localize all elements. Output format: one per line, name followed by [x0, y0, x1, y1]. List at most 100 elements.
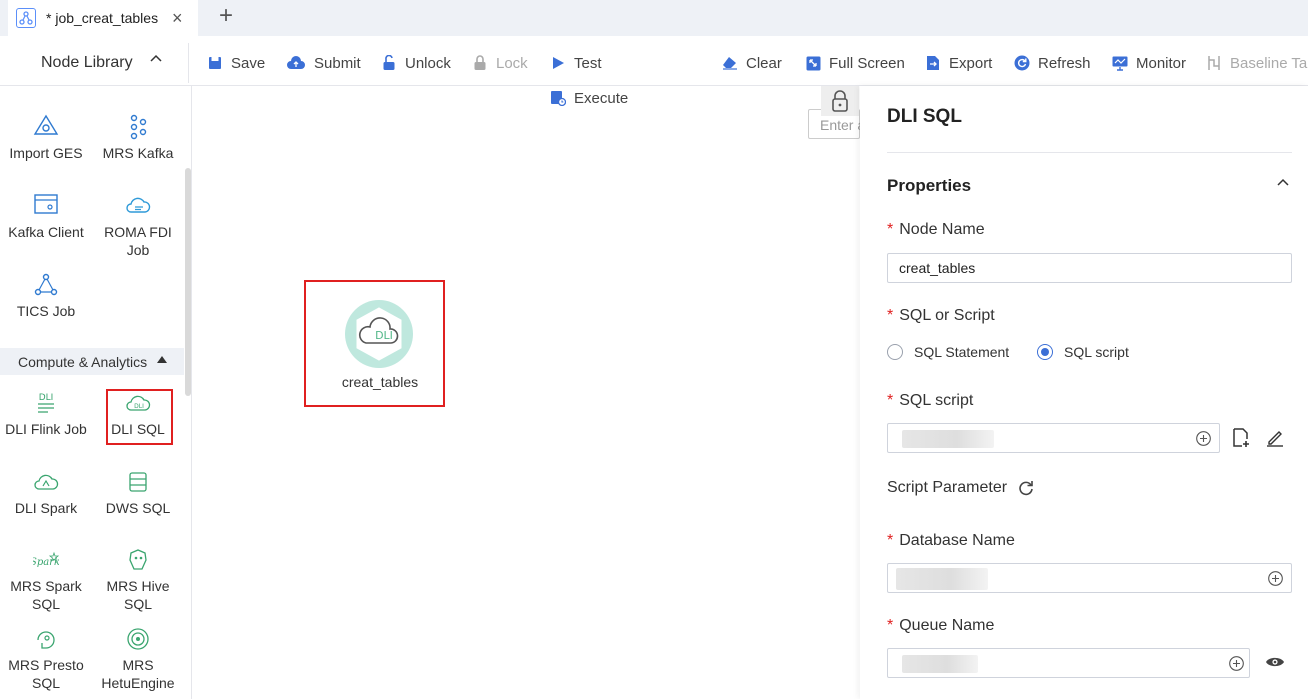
node-label: DLI Spark — [14, 500, 78, 516]
cloud-upload-icon — [286, 55, 306, 71]
unlock-button[interactable]: Unlock — [381, 53, 451, 73]
save-label: Save — [231, 54, 266, 72]
eraser-icon — [722, 55, 738, 71]
refresh-button[interactable]: Refresh — [1014, 53, 1091, 73]
baseline-button[interactable]: Baseline Ta — [1206, 53, 1307, 73]
required-mark: * — [887, 532, 894, 549]
node-label: ROMA FDI Job — [104, 224, 172, 258]
full-screen-button[interactable]: Full Screen — [805, 53, 905, 73]
required-mark: * — [887, 617, 894, 634]
workflow-icon — [16, 8, 36, 28]
node-kafka-client[interactable]: Kafka Client — [0, 193, 92, 241]
chevron-up-icon[interactable] — [1276, 176, 1290, 190]
tab-title: * job_creat_tables — [46, 10, 159, 26]
refresh-label: Refresh — [1038, 54, 1091, 72]
divider — [887, 152, 1292, 153]
dli-flink-icon: DLI — [33, 390, 59, 416]
add-circle-icon[interactable] — [1196, 431, 1211, 446]
node-tics-job[interactable]: TICS Job — [0, 272, 92, 320]
node-dli-flink-job[interactable]: DLI DLI Flink Job — [0, 390, 92, 438]
sql-script-label: * SQL script — [887, 392, 973, 410]
queue-name-select[interactable] — [887, 648, 1250, 678]
save-icon — [207, 55, 223, 71]
monitor-icon — [1112, 55, 1128, 71]
node-label: DWS SQL — [105, 500, 171, 516]
submit-button[interactable]: Submit — [286, 53, 361, 73]
unlock-label: Unlock — [405, 54, 451, 72]
node-library-title: Node Library — [41, 54, 133, 71]
lock-button[interactable]: Lock — [472, 53, 528, 73]
eye-icon[interactable] — [1265, 655, 1285, 669]
scrollbar[interactable] — [185, 168, 191, 396]
node-label: MRS Presto SQL — [8, 657, 84, 691]
node-name-value: creat_tables — [899, 260, 976, 276]
search-placeholder: Enter a — [820, 117, 866, 133]
add-tab-button[interactable]: + — [219, 4, 233, 28]
canvas-node-label: creat_tables — [341, 374, 419, 390]
required-mark: * — [887, 307, 894, 324]
radio-sql-statement[interactable] — [887, 344, 903, 360]
node-dws-sql[interactable]: DWS SQL — [92, 469, 184, 517]
panel-title: DLI SQL — [887, 106, 962, 127]
execute-label: Execute — [574, 89, 629, 107]
node-name-field[interactable]: creat_tables — [887, 253, 1292, 283]
add-circle-icon[interactable] — [1268, 571, 1283, 586]
radio-sql-script[interactable] — [1037, 344, 1053, 360]
execute-button[interactable]: Execute — [550, 88, 628, 108]
refresh-icon — [1014, 55, 1030, 71]
section-label: Compute & Analytics — [18, 354, 148, 370]
node-label: MRS Spark SQL — [10, 578, 82, 612]
kafka-icon — [125, 114, 151, 140]
section-title: Properties — [887, 176, 972, 195]
lock-label: Lock — [496, 54, 528, 72]
node-mrs-presto-sql[interactable]: MRS Presto SQL — [0, 626, 92, 692]
full-screen-label: Full Screen — [829, 54, 905, 72]
svg-text:DLI: DLI — [39, 393, 54, 403]
node-mrs-spark-sql[interactable]: Spark MRS Spark SQL — [0, 547, 92, 613]
database-name-select[interactable] — [887, 563, 1292, 593]
required-mark: * — [887, 221, 894, 238]
baseline-icon — [1206, 55, 1222, 71]
dli-spark-icon — [33, 469, 59, 495]
refresh-icon[interactable] — [1017, 479, 1035, 497]
test-label: Test — [574, 54, 602, 72]
caret-up-icon[interactable] — [157, 355, 167, 364]
label-text: SQL script — [899, 392, 974, 409]
test-button[interactable]: Test — [550, 53, 602, 73]
close-icon[interactable]: × — [172, 9, 183, 27]
divider — [188, 43, 189, 83]
node-label: Kafka Client — [8, 224, 84, 240]
node-mrs-hetuengine[interactable]: MRS HetuEngine — [92, 626, 184, 692]
node-import-ges[interactable]: Import GES — [0, 114, 92, 162]
node-mrs-kafka[interactable]: MRS Kafka — [92, 114, 184, 162]
node-dli-spark[interactable]: DLI Spark — [0, 469, 92, 517]
label-text: Node Name — [899, 221, 985, 238]
new-file-icon[interactable] — [1232, 428, 1250, 448]
clear-label: Clear — [746, 54, 782, 72]
canvas-node-creat-tables[interactable]: DLI — [345, 300, 413, 368]
monitor-button[interactable]: Monitor — [1112, 53, 1186, 73]
hive-icon — [125, 547, 151, 573]
database-icon — [125, 469, 151, 495]
chevron-up-icon[interactable] — [149, 52, 163, 66]
clear-button[interactable]: Clear — [722, 53, 782, 73]
node-label: MRS Kafka — [102, 145, 174, 161]
sql-statement-label: SQL Statement — [914, 344, 1010, 360]
script-parameter-label: Script Parameter — [887, 479, 1008, 496]
save-button[interactable]: Save — [207, 53, 265, 73]
node-roma-fdi-job[interactable]: ROMA FDI Job — [92, 193, 184, 259]
node-mrs-hive-sql[interactable]: MRS Hive SQL — [92, 547, 184, 613]
lock-toggle[interactable] — [821, 86, 859, 116]
sql-or-script-label: * SQL or Script — [887, 307, 995, 325]
presto-icon — [33, 626, 59, 652]
hetuengine-icon — [125, 626, 151, 652]
export-button[interactable]: Export — [925, 53, 992, 73]
sql-script-select[interactable] — [887, 423, 1220, 453]
window-icon — [33, 193, 59, 219]
dli-badge: DLI — [375, 329, 393, 342]
edit-icon[interactable] — [1265, 428, 1285, 448]
submit-label: Submit — [314, 54, 361, 72]
add-circle-icon[interactable] — [1229, 656, 1244, 671]
baseline-label: Baseline Ta — [1230, 54, 1308, 72]
redacted-value — [902, 655, 978, 673]
